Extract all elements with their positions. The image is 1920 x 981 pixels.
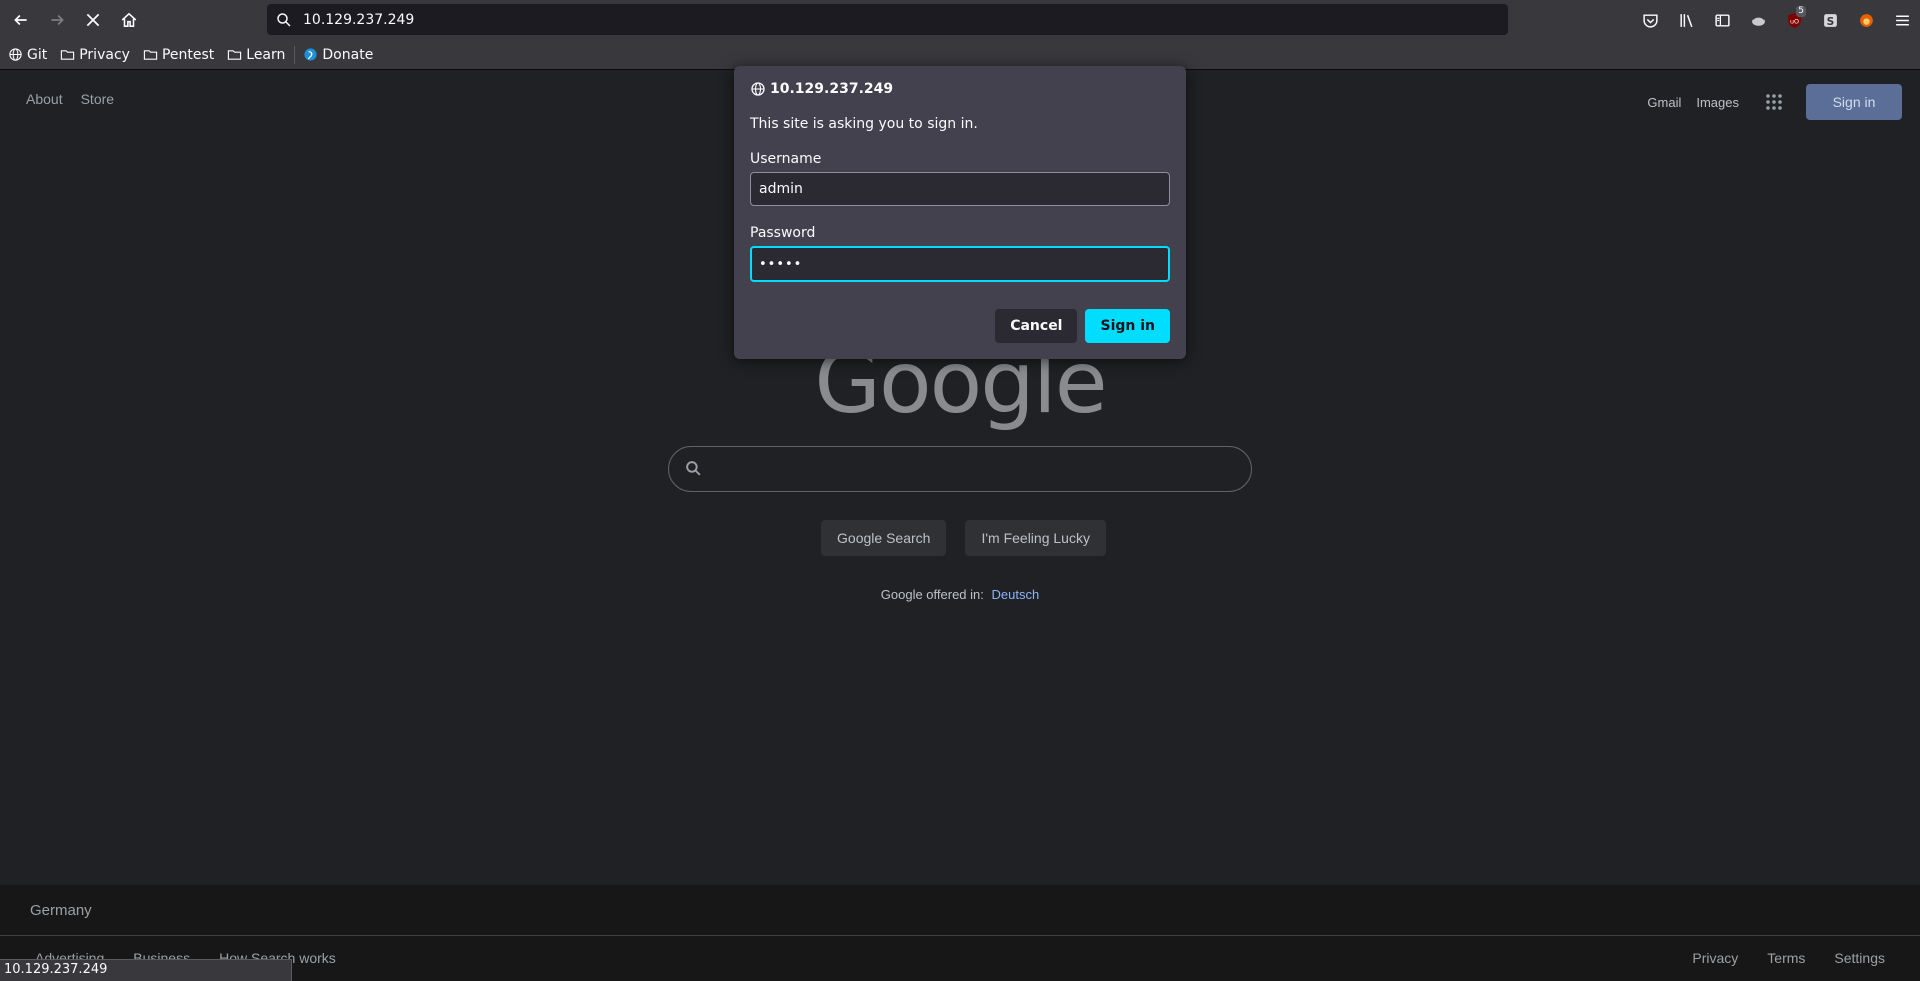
google-top-right-bar: Gmail Images Sign in	[1647, 82, 1902, 122]
search-icon	[686, 461, 701, 476]
globe-icon	[9, 48, 22, 61]
terms-link[interactable]: Terms	[1767, 950, 1805, 966]
forward-button[interactable]	[42, 5, 72, 35]
username-label: Username	[750, 151, 822, 167]
google-top-left-links: About Store	[26, 91, 114, 107]
privacy-link[interactable]: Privacy	[1692, 950, 1738, 966]
hamburger-menu-icon	[1895, 14, 1909, 26]
home-button[interactable]	[114, 5, 144, 35]
bookmark-label: Learn	[246, 46, 286, 63]
cancel-button[interactable]: Cancel	[995, 309, 1078, 343]
bookmark-folder-privacy[interactable]: Privacy	[55, 43, 135, 67]
folder-icon	[228, 50, 242, 60]
sign-in-button[interactable]: Sign in	[1085, 309, 1170, 343]
google-search-button[interactable]: Google Search	[821, 520, 947, 556]
google-search-buttons: Google Search I'm Feeling Lucky	[0, 520, 1920, 556]
globe-icon	[751, 82, 765, 96]
ublock-count-badge: 5	[1796, 6, 1806, 17]
stop-button[interactable]	[78, 5, 108, 35]
store-link[interactable]: Store	[81, 91, 114, 107]
folder-icon	[61, 50, 75, 60]
sidebar-icon	[1714, 13, 1730, 27]
home-icon	[121, 12, 137, 27]
foxy-extension-button[interactable]	[1848, 2, 1884, 38]
library-button[interactable]	[1668, 2, 1704, 38]
bookmark-label: Donate	[322, 46, 374, 63]
back-button[interactable]	[6, 5, 36, 35]
browser-toolbar: 10.129.237.249 uO 5 S	[0, 0, 1920, 40]
svg-text:S: S	[1826, 14, 1834, 27]
images-link[interactable]: Images	[1696, 95, 1739, 110]
pocket-button[interactable]	[1632, 2, 1668, 38]
svg-text:uO: uO	[1789, 17, 1798, 25]
status-bar-url: 10.129.237.249	[0, 959, 292, 981]
settings-link[interactable]: Settings	[1834, 950, 1885, 966]
apps-grid-icon	[1766, 94, 1782, 110]
folder-icon	[143, 50, 158, 60]
dialog-host: 10.129.237.249	[770, 81, 894, 97]
library-icon	[1679, 13, 1693, 27]
dialog-message: This site is asking you to sign in.	[750, 116, 978, 132]
extension-s-button[interactable]: S	[1812, 2, 1848, 38]
back-arrow-icon	[14, 14, 27, 26]
sidebar-button[interactable]	[1704, 2, 1740, 38]
donate-icon	[304, 48, 317, 61]
ublock-button[interactable]: uO 5	[1776, 2, 1812, 38]
auth-dialog: 10.129.237.249 This site is asking you t…	[734, 66, 1186, 359]
pocket-icon	[1642, 13, 1658, 28]
bookmark-git[interactable]: Git	[3, 43, 52, 67]
fox-extension-icon	[1859, 13, 1873, 27]
bookmark-label: Git	[27, 46, 48, 63]
toolbar-right-icons: uO 5 S	[1632, 0, 1920, 40]
bookmark-folder-pentest[interactable]: Pentest	[138, 43, 219, 67]
offered-in: Google offered in: Deutsch	[0, 587, 1920, 602]
search-icon	[277, 12, 291, 27]
footer-country: Germany	[0, 885, 1920, 936]
forward-arrow-icon	[51, 14, 64, 26]
menu-button[interactable]	[1884, 2, 1920, 38]
google-apps-button[interactable]	[1754, 82, 1794, 122]
about-link[interactable]: About	[26, 91, 63, 107]
feeling-lucky-button[interactable]: I'm Feeling Lucky	[965, 520, 1106, 556]
footer-right-links: Privacy Terms Settings	[1692, 950, 1885, 966]
bookmark-label: Pentest	[161, 46, 215, 63]
password-field[interactable]: •••••	[750, 246, 1170, 282]
extension-cookie-button[interactable]	[1740, 2, 1776, 38]
dialog-header: 10.129.237.249	[750, 80, 1170, 98]
stop-x-icon	[86, 13, 100, 27]
google-sign-in-button[interactable]: Sign in	[1806, 84, 1902, 120]
bookmark-folder-learn[interactable]: Learn	[222, 43, 290, 67]
dialog-actions: Cancel Sign in	[995, 309, 1170, 343]
url-bar[interactable]: 10.129.237.249	[267, 4, 1508, 35]
offered-in-label: Google offered in:	[880, 587, 984, 602]
bookmark-donate[interactable]: Donate	[298, 43, 378, 67]
s-extension-icon: S	[1823, 13, 1837, 27]
cookie-extension-icon	[1751, 15, 1765, 26]
gmail-link[interactable]: Gmail	[1647, 95, 1681, 110]
url-text[interactable]: 10.129.237.249	[303, 12, 414, 28]
username-value: admin	[759, 181, 803, 197]
password-value: •••••	[759, 256, 803, 272]
password-label: Password	[750, 225, 816, 241]
username-field[interactable]: admin	[750, 172, 1170, 206]
bookmark-label: Privacy	[79, 46, 130, 63]
google-search-input[interactable]	[668, 446, 1252, 492]
bookmark-separator	[294, 45, 296, 64]
language-link-deutsch[interactable]: Deutsch	[992, 587, 1040, 602]
